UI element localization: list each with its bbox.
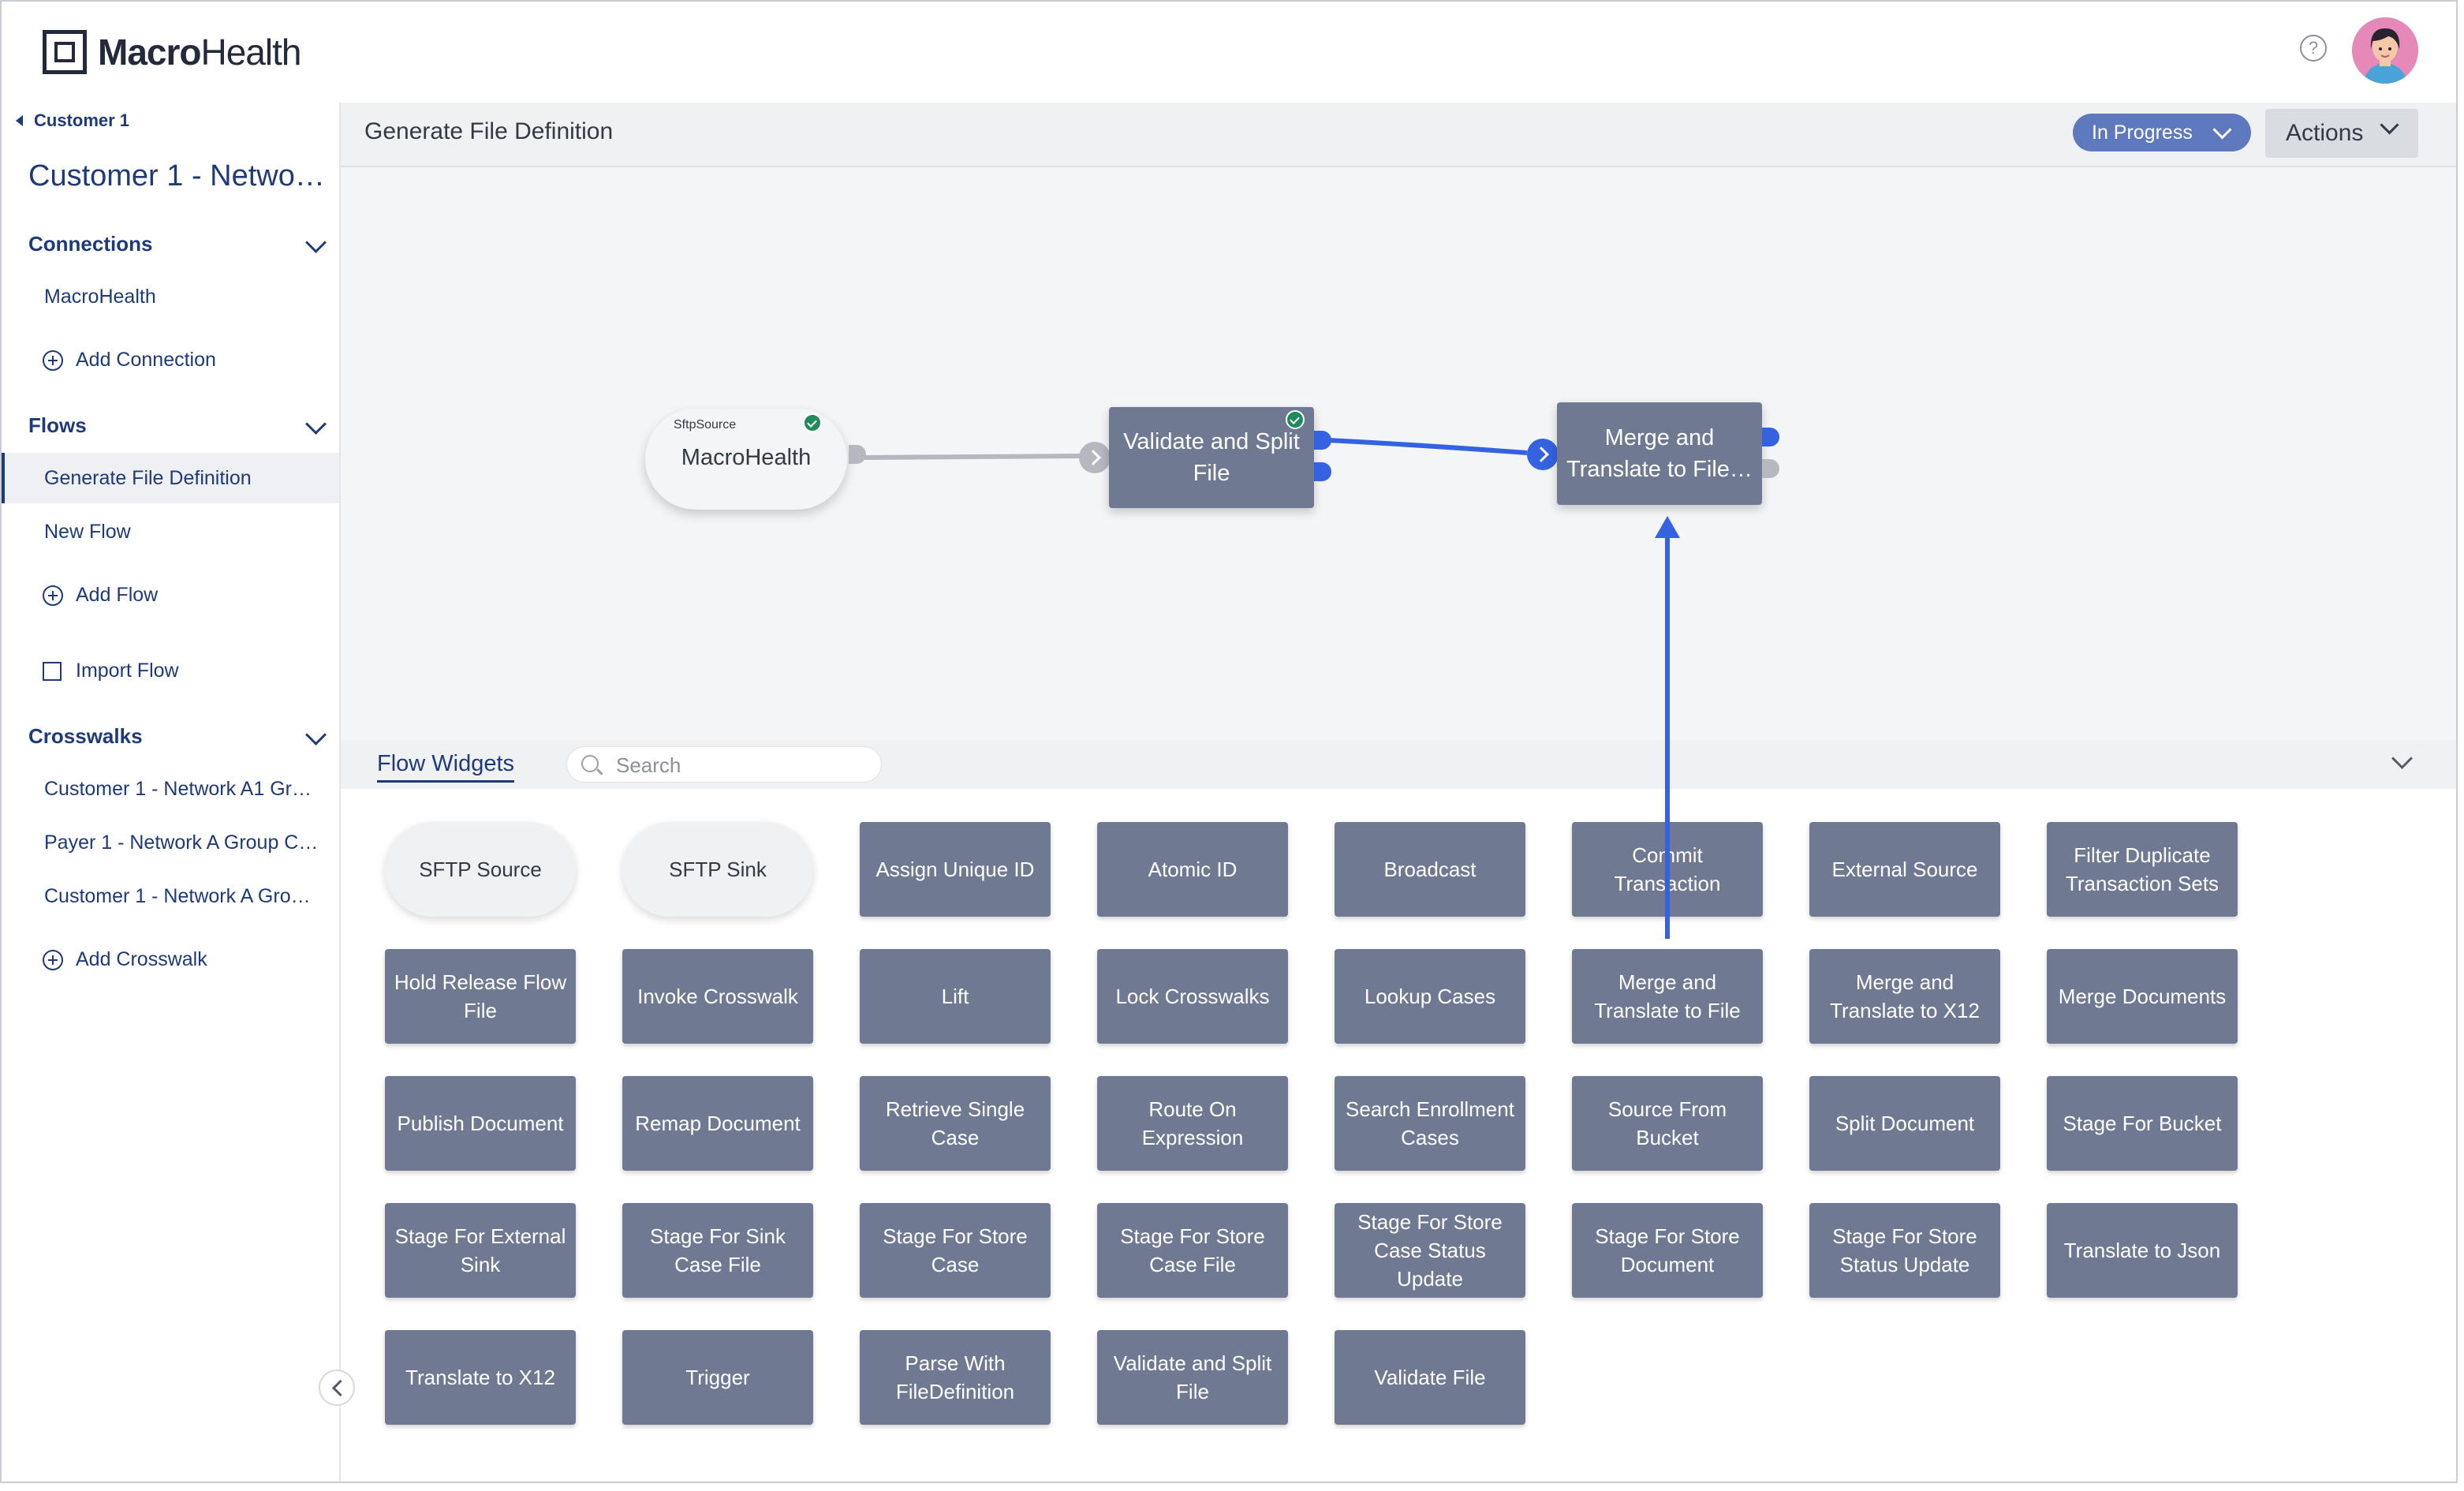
widget-commit-transaction[interactable]: Commit Transaction [1572, 822, 1763, 917]
widget-invoke-crosswalk[interactable]: Invoke Crosswalk [622, 949, 813, 1044]
flows-section-header[interactable]: Flows [28, 413, 327, 438]
add-flow-button[interactable]: Add Flow [43, 584, 158, 607]
add-connection-button[interactable]: Add Connection [43, 349, 216, 372]
widget-remap-document[interactable]: Remap Document [622, 1076, 813, 1171]
node-name: MacroHealth [681, 445, 812, 470]
search-icon [581, 755, 599, 772]
widget-broadcast[interactable]: Broadcast [1335, 822, 1525, 917]
widget-translate-to-x12[interactable]: Translate to X12 [385, 1330, 576, 1425]
help-icon[interactable]: ? [2300, 35, 2327, 62]
sidebar-item-flow-generate-file-definition[interactable]: Generate File Definition [2, 453, 339, 503]
flow-widgets-panel: Flow Widgets SFTP Source SFTP Sink Assign … [341, 740, 2456, 1482]
sidebar-item-crosswalk-2[interactable]: Payer 1 - Network A Group C… [2, 817, 339, 868]
chevron-down-icon [2380, 115, 2399, 135]
widget-stage-for-external-sink[interactable]: Stage For External Sink [385, 1203, 576, 1298]
main-panel: Generate File Definition In Progress Act… [341, 103, 2456, 1482]
back-link[interactable]: Customer 1 [16, 110, 129, 131]
widget-trigger[interactable]: Trigger [622, 1330, 813, 1425]
user-avatar[interactable] [2352, 17, 2418, 84]
widget-validate-and-split-file[interactable]: Validate and Split File [1097, 1330, 1288, 1425]
widget-search[interactable] [566, 746, 882, 783]
macrohealth-logo[interactable]: MacroHealth [43, 24, 301, 80]
widget-search-input[interactable] [614, 750, 870, 780]
sidebar-item-crosswalk-3[interactable]: Customer 1 - Network A Gro… [2, 871, 339, 921]
widget-route-on-expression[interactable]: Route On Expression [1097, 1076, 1288, 1171]
chevron-down-icon[interactable] [2391, 748, 2413, 769]
sidebar: Customer 1 Customer 1 - Netwo… Connectio… [2, 103, 341, 1482]
widget-sftp-sink[interactable]: SFTP Sink [622, 822, 813, 917]
chevron-down-icon [305, 232, 327, 253]
check-circle-icon [803, 413, 822, 432]
widget-stage-for-store-case-status-update[interactable]: Stage For Store Case Status Update [1335, 1203, 1525, 1298]
widget-merge-documents[interactable]: Merge Documents [2047, 949, 2238, 1044]
input-port-icon[interactable] [1079, 442, 1111, 473]
flow-node-validate-and-split-file[interactable]: Validate and Split File [1109, 407, 1314, 508]
widget-translate-to-json[interactable]: Translate to Json [2047, 1203, 2238, 1298]
widget-stage-for-store-document[interactable]: Stage For Store Document [1572, 1203, 1763, 1298]
app-window: MacroHealth ? Customer 1 Customer 1 - Ne… [0, 0, 2458, 1483]
back-arrow-icon [16, 115, 23, 126]
logo-text: MacroHealth [98, 32, 301, 73]
sidebar-item-connection-macrohealth[interactable]: MacroHealth [2, 271, 339, 322]
widget-merge-and-translate-to-x12[interactable]: Merge and Translate to X12 [1809, 949, 2000, 1044]
page-header: Generate File Definition In Progress Act… [341, 103, 2456, 167]
widget-parse-with-filedefinition[interactable]: Parse With FileDefinition [860, 1330, 1051, 1425]
check-circle-icon [1286, 410, 1305, 429]
widget-stage-for-store-case[interactable]: Stage For Store Case [860, 1203, 1051, 1298]
tab-flow-widgets[interactable]: Flow Widgets [377, 751, 515, 783]
widget-lookup-cases[interactable]: Lookup Cases [1335, 949, 1525, 1044]
widget-publish-document[interactable]: Publish Document [385, 1076, 576, 1171]
chevron-down-icon [305, 413, 327, 435]
widget-validate-file[interactable]: Validate File [1335, 1330, 1525, 1425]
chevron-down-icon [305, 724, 327, 746]
widget-search-enrollment-cases[interactable]: Search Enrollment Cases [1335, 1076, 1525, 1171]
top-bar: MacroHealth ? [2, 2, 2456, 104]
add-crosswalk-button[interactable]: Add Crosswalk [43, 948, 207, 971]
widget-grid: SFTP Source SFTP Sink Assign Unique ID Atom… [385, 822, 2238, 1425]
widget-hold-release-flow-file[interactable]: Hold Release Flow File [385, 949, 576, 1044]
import-icon [43, 661, 62, 681]
input-port-icon[interactable] [1527, 439, 1559, 470]
actions-dropdown[interactable]: Actions [2265, 109, 2418, 158]
widget-assign-unique-id[interactable]: Assign Unique ID [860, 822, 1051, 917]
widget-split-document[interactable]: Split Document [1809, 1076, 2000, 1171]
plus-circle-icon [43, 949, 63, 970]
widget-retrieve-single-case[interactable]: Retrieve Single Case [860, 1076, 1051, 1171]
widget-lock-crosswalks[interactable]: Lock Crosswalks [1097, 949, 1288, 1044]
widget-sftp-source[interactable]: SFTP Source [385, 822, 576, 917]
widget-stage-for-bucket[interactable]: Stage For Bucket [2047, 1076, 2238, 1171]
crosswalks-section-header[interactable]: Crosswalks [28, 724, 327, 749]
flow-node-sftp-source[interactable]: SftpSource MacroHealth [645, 409, 847, 510]
page-title: Generate File Definition [364, 118, 614, 144]
widget-stage-for-sink-case-file[interactable]: Stage For Sink Case File [622, 1203, 813, 1298]
sidebar-item-flow-new-flow[interactable]: New Flow [2, 506, 339, 557]
widget-stage-for-store-case-file[interactable]: Stage For Store Case File [1097, 1203, 1288, 1298]
widget-stage-for-store-status-update[interactable]: Stage For Store Status Update [1809, 1203, 2000, 1298]
widget-source-from-bucket[interactable]: Source From Bucket [1572, 1076, 1763, 1171]
widget-external-source[interactable]: External Source [1809, 822, 2000, 917]
connections-section-header[interactable]: Connections [28, 232, 327, 256]
widgets-toolbar: Flow Widgets [341, 740, 2456, 789]
plus-circle-icon [43, 585, 63, 606]
node-type-label: SftpSource [674, 418, 737, 432]
customer-title: Customer 1 - Netwo… [28, 159, 325, 192]
import-flow-button[interactable]: Import Flow [43, 660, 179, 682]
sidebar-item-crosswalk-1[interactable]: Customer 1 - Network A1 Gr… [2, 764, 339, 814]
widget-merge-and-translate-to-file[interactable]: Merge and Translate to File [1572, 949, 1763, 1044]
widget-filter-duplicate-transaction-sets[interactable]: Filter Duplicate Transaction Sets [2047, 822, 2238, 917]
collapse-sidebar-button[interactable] [319, 1370, 355, 1406]
logo-icon [43, 30, 87, 74]
chevron-down-icon [2212, 120, 2232, 140]
flow-node-merge-and-translate-to-file[interactable]: Merge and Translate to File… [1557, 402, 1762, 505]
status-dropdown[interactable]: In Progress [2073, 114, 2251, 151]
widget-atomic-id[interactable]: Atomic ID [1097, 822, 1288, 917]
plus-circle-icon [43, 349, 63, 371]
widget-lift[interactable]: Lift [860, 949, 1051, 1044]
